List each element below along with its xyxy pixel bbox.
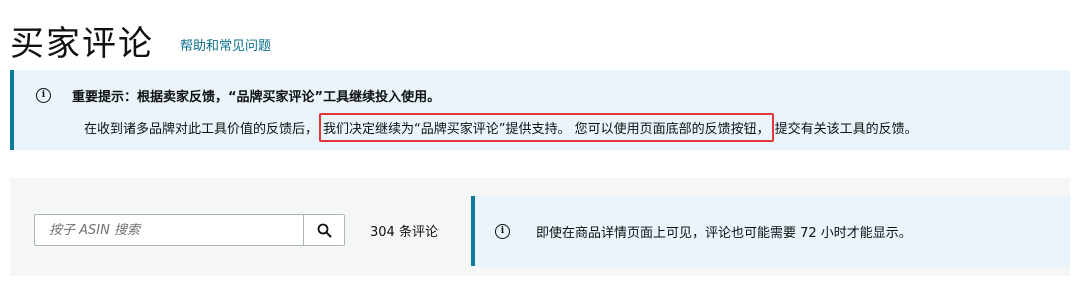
search-button[interactable] [303, 215, 344, 245]
search-panel: 304 条评论 i 即使在商品详情页面上可见，评论也可能需要 72 小时才能显示… [10, 178, 1070, 276]
info-text: 即使在商品详情页面上可见，评论也可能需要 72 小时才能显示。 [536, 226, 912, 241]
help-faq-link[interactable]: 帮助和常见问题 [180, 35, 271, 54]
notice-body-after: 提交有关该工具的反馈。 [774, 122, 918, 137]
important-notice-banner: i 重要提示：根据卖家反馈，“品牌买家评论”工具继续投入使用。 在收到诸多品牌对… [10, 70, 1070, 150]
asin-search-input[interactable] [35, 215, 303, 245]
notice-body-before: 在收到诸多品牌对此工具价值的反馈后， [84, 122, 319, 137]
search-box [34, 214, 345, 246]
page: 买家评论 帮助和常见问题 i 重要提示：根据卖家反馈，“品牌买家评论”工具继续投… [0, 0, 1080, 283]
page-title: 买家评论 [10, 24, 154, 64]
info-icon: i [495, 224, 510, 239]
page-header: 买家评论 帮助和常见问题 [10, 18, 271, 64]
display-delay-info-box: i 即使在商品详情页面上可见，评论也可能需要 72 小时才能显示。 [471, 196, 1070, 266]
notice-body: 在收到诸多品牌对此工具价值的反馈后， 我们决定继续为“品牌买家评论”提供支持。 … [84, 113, 918, 142]
search-icon [317, 223, 331, 237]
notice-body-highlight: 我们决定继续为“品牌买家评论”提供支持。 您可以使用页面底部的反馈按钮， [319, 113, 774, 142]
review-count: 304 条评论 [370, 225, 438, 240]
notice-title: 重要提示：根据卖家反馈，“品牌买家评论”工具继续投入使用。 [72, 90, 441, 105]
info-icon: i [36, 88, 51, 103]
